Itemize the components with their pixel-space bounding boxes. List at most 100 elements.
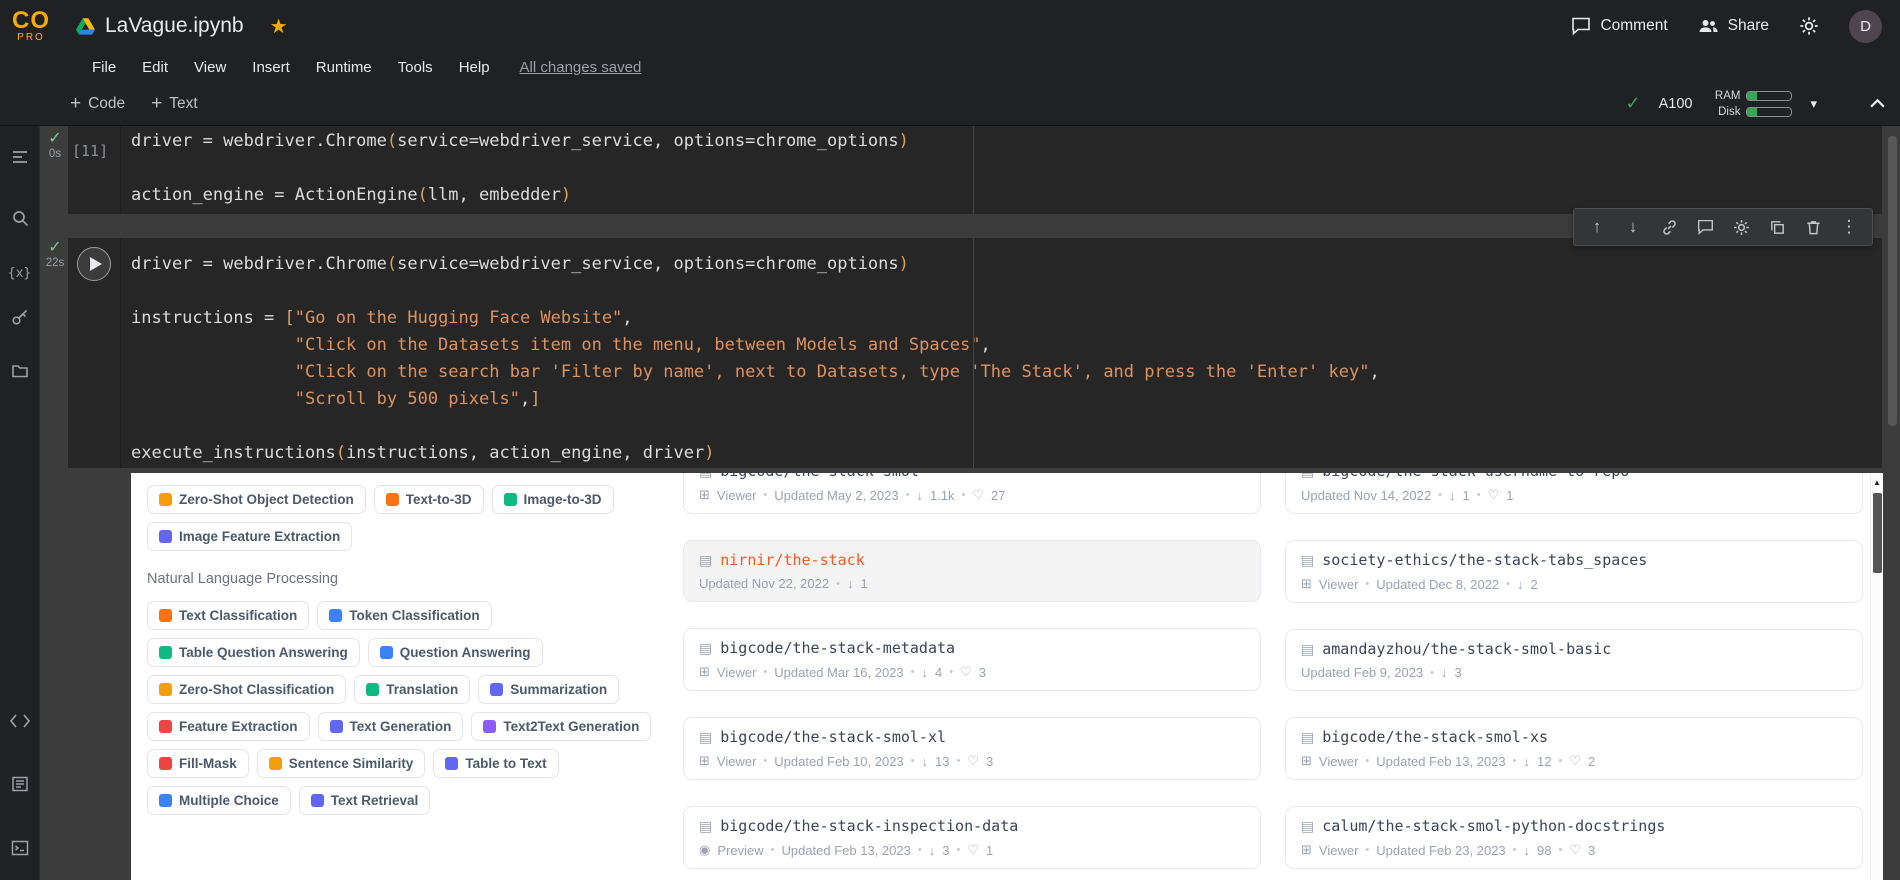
mirror-cell-button[interactable] — [1759, 211, 1795, 243]
menu-tools[interactable]: Tools — [398, 59, 433, 76]
terminal-icon[interactable] — [7, 836, 33, 860]
code-line[interactable]: "Click on the search bar 'Filter by name… — [131, 359, 1882, 386]
separator-dot: • — [1512, 844, 1517, 856]
code-line[interactable]: "Click on the Datasets item on the menu,… — [131, 332, 1882, 359]
notebook-title[interactable]: LaVague.ipynb — [105, 14, 244, 38]
task-filter-text-classification[interactable]: Text Classification — [147, 601, 310, 630]
accelerator-label[interactable]: A100 — [1659, 96, 1693, 112]
comment-button[interactable]: Comment — [1571, 17, 1668, 35]
scrollbar-thumb[interactable] — [1888, 136, 1897, 426]
code-cell-2[interactable]: driver = webdriver.Chrome(service=webdri… — [68, 238, 1882, 468]
task-filter-zero-shot-classification[interactable]: Zero-Shot Classification — [147, 675, 347, 704]
dataset-card[interactable]: ▤ bigcode/the-stack-inspection-data ◉ Previ… — [683, 806, 1261, 869]
code-line[interactable]: execute_instructions(instructions, actio… — [131, 440, 1882, 467]
run-cell-button[interactable] — [77, 247, 111, 281]
code-line[interactable]: "Scroll by 500 pixels",] — [131, 386, 1882, 413]
variables-icon[interactable]: {x} — [7, 261, 33, 285]
task-filter-token-classification[interactable]: Token Classification — [317, 601, 492, 630]
code-line[interactable]: driver = webdriver.Chrome(service=webdri… — [131, 251, 1882, 278]
code-editor[interactable]: driver = webdriver.Chrome(service=webdri… — [121, 238, 1882, 468]
task-filter-translation[interactable]: Translation — [354, 675, 471, 704]
delete-cell-button[interactable] — [1795, 211, 1831, 243]
code-snippets-icon[interactable] — [7, 709, 33, 733]
notebook-toolbar: + Code + Text ✓ A100 RAM Disk ▾ — [0, 82, 1900, 126]
menu-runtime[interactable]: Runtime — [316, 59, 372, 76]
move-cell-up-button[interactable]: ↑ — [1579, 211, 1615, 243]
task-filter-zero-shot-object-detection[interactable]: Zero-Shot Object Detection — [147, 485, 366, 514]
task-filter-label: Question Answering — [399, 645, 531, 660]
files-folder-icon[interactable] — [7, 359, 33, 383]
task-filter-table-to-text[interactable]: Table to Text — [433, 749, 559, 778]
chevron-down-icon[interactable]: ▾ — [1810, 96, 1817, 112]
menu-insert[interactable]: Insert — [252, 59, 290, 76]
cell-settings-gear-icon[interactable] — [1723, 211, 1759, 243]
star-icon[interactable]: ★ — [270, 14, 288, 39]
execution-count[interactable]: [11] — [72, 142, 108, 160]
resource-gauge[interactable]: RAM Disk — [1710, 90, 1793, 118]
dataset-icon: ▤ — [699, 817, 713, 834]
secrets-key-icon[interactable] — [7, 305, 33, 329]
dataset-card[interactable]: ▤ bigcode/the-stack-username-to-repo Updat… — [1285, 473, 1863, 514]
dataset-card[interactable]: ▤ calum/the-stack-smol-python-docstrings ⊞… — [1285, 806, 1863, 869]
task-filter-fill-mask[interactable]: Fill-Mask — [147, 749, 249, 778]
save-status[interactable]: All changes saved — [520, 59, 642, 76]
task-icon — [490, 683, 504, 696]
task-filter-text-retrieval[interactable]: Text Retrieval — [298, 786, 431, 815]
search-icon[interactable] — [7, 206, 33, 230]
task-filter-question-answering[interactable]: Question Answering — [367, 638, 543, 667]
command-palette-icon[interactable] — [7, 772, 33, 796]
separator-dot: • — [1365, 755, 1370, 767]
task-filter-image-to-3d[interactable]: Image-to-3D — [491, 485, 614, 514]
task-filter-image-feature-extraction[interactable]: Image Feature Extraction — [147, 522, 353, 551]
add-comment-button[interactable] — [1687, 211, 1723, 243]
task-filter-text-to-3d[interactable]: Text-to-3D — [373, 485, 484, 514]
success-check-icon: ✓ — [48, 239, 62, 256]
move-cell-down-button[interactable]: ↓ — [1615, 211, 1651, 243]
download-icon: ↓ — [928, 842, 936, 858]
dataset-card[interactable]: ▤ bigcode/the-stack-smol-xs ⊞ Viewer • Update… — [1285, 717, 1863, 780]
more-actions-button[interactable]: ⋮ — [1831, 211, 1867, 243]
task-filter-text2text-generation[interactable]: Text2Text Generation — [471, 712, 652, 741]
chevron-up-icon[interactable] — [1869, 98, 1886, 109]
task-filter-summarization[interactable]: Summarization — [478, 675, 620, 704]
code-line[interactable] — [131, 413, 1882, 440]
menu-help[interactable]: Help — [459, 59, 490, 76]
table-of-contents-icon[interactable] — [7, 145, 33, 169]
menu-edit[interactable]: Edit — [142, 59, 168, 76]
task-filter-sentence-similarity[interactable]: Sentence Similarity — [256, 749, 426, 778]
dataset-card[interactable]: ▤ nirnir/the-stack Updated Nov 22, 2022 • ↓ 1 — [683, 540, 1261, 602]
code-line[interactable]: instructions = ["Go on the Hugging Face … — [131, 305, 1882, 332]
output-scrollbar[interactable]: ▲ — [1870, 473, 1883, 880]
share-button[interactable]: Share — [1698, 17, 1769, 35]
add-code-button[interactable]: + Code — [70, 94, 125, 113]
colab-logo[interactable]: CO PRO — [0, 8, 62, 43]
task-filter-table-question-answering[interactable]: Table Question Answering — [147, 638, 360, 667]
comment-label: Comment — [1600, 17, 1668, 34]
code-line[interactable] — [131, 155, 1882, 182]
task-filter-multiple-choice[interactable]: Multiple Choice — [147, 786, 291, 815]
task-filter-text-generation[interactable]: Text Generation — [317, 712, 464, 741]
code-editor[interactable]: driver = webdriver.Chrome(service=webdri… — [121, 126, 1882, 214]
scroll-up-arrow-icon[interactable]: ▲ — [1871, 473, 1883, 487]
menu-file[interactable]: File — [92, 59, 116, 76]
dataset-card[interactable]: ▤ society-ethics/the-stack-tabs_spaces ⊞ Vi… — [1285, 540, 1863, 603]
task-icon — [329, 720, 343, 733]
link-to-cell-button[interactable] — [1651, 211, 1687, 243]
code-line[interactable] — [131, 278, 1882, 305]
code-cell-1[interactable]: [11] driver = webdriver.Chrome(service=w… — [68, 126, 1882, 214]
code-line[interactable]: driver = webdriver.Chrome(service=webdri… — [131, 128, 1882, 155]
scrollbar-thumb[interactable] — [1873, 493, 1882, 573]
separator-dot: • — [1558, 844, 1563, 856]
dataset-card[interactable]: ▤ bigcode/the-stack-smol-xl ⊞ Viewer • Update… — [683, 717, 1261, 780]
avatar[interactable]: D — [1849, 9, 1882, 43]
task-filter-label: Table to Text — [465, 756, 547, 771]
task-filter-feature-extraction[interactable]: Feature Extraction — [147, 712, 310, 741]
dataset-card[interactable]: ▤ amandayzhou/the-stack-smol-basic Updated… — [1285, 629, 1863, 691]
dataset-card[interactable]: ▤ bigcode/the-stack-smol ⊞ Viewer • Updated M… — [683, 473, 1261, 514]
menu-view[interactable]: View — [194, 59, 226, 76]
code-line[interactable]: action_engine = ActionEngine(llm, embedd… — [131, 182, 1882, 209]
settings-gear-icon[interactable] — [1799, 16, 1819, 36]
add-text-button[interactable]: + Text — [151, 94, 198, 113]
notebook-scrollbar[interactable] — [1888, 136, 1897, 876]
dataset-card[interactable]: ▤ bigcode/the-stack-metadata ⊞ Viewer • Updat… — [683, 628, 1261, 691]
